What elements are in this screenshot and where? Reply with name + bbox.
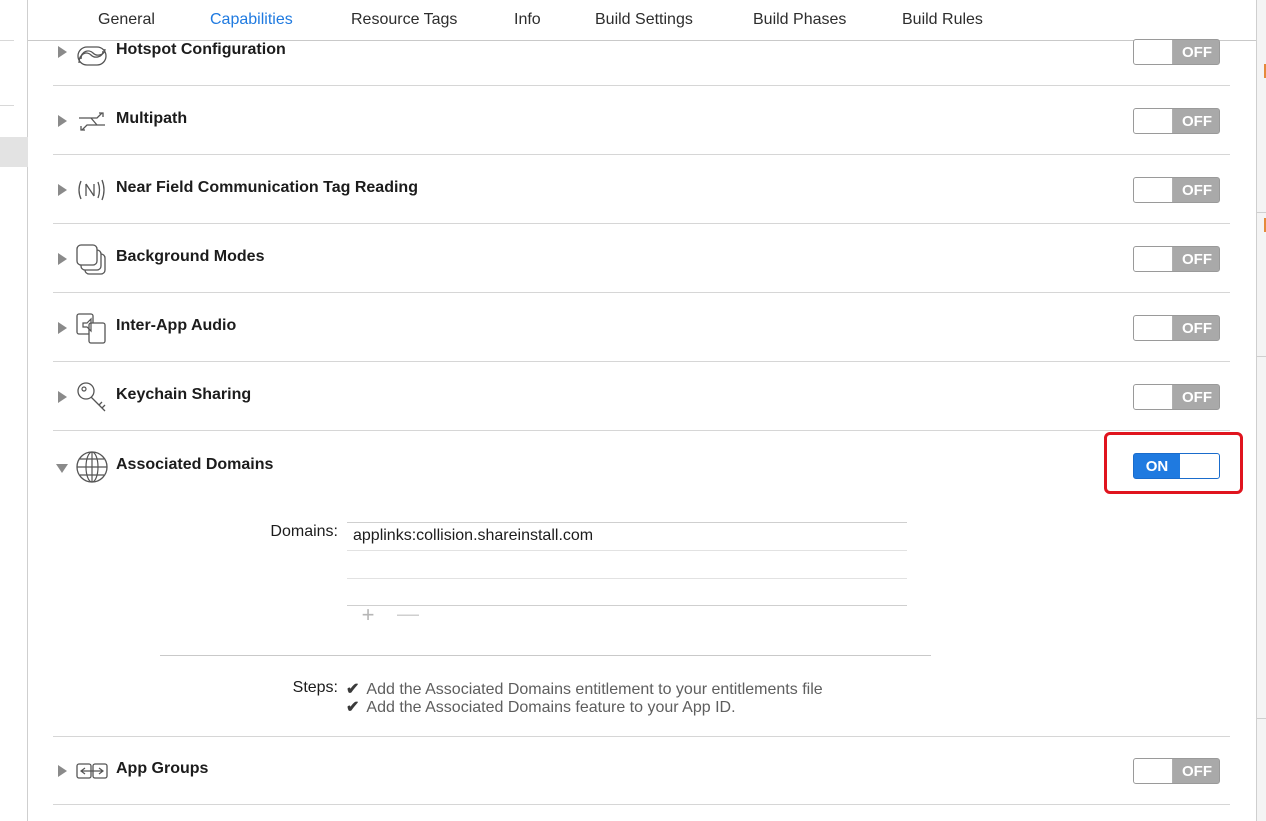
capability-switch[interactable]: OFF — [1133, 315, 1220, 341]
capability-row-associated-domains: Associated Domains ON — [53, 432, 1230, 501]
capability-row-multipath: Multipath OFF — [53, 86, 1230, 155]
switch-knob — [1134, 759, 1173, 783]
switch-state-label: OFF — [1182, 251, 1212, 268]
navigator-edge — [0, 0, 28, 821]
switch-state-label: OFF — [1182, 763, 1212, 780]
inspector-divider — [1257, 212, 1266, 213]
app-groups-icon — [76, 763, 108, 779]
capability-row-hotspot: Hotspot Configuration OFF — [53, 17, 1230, 86]
capability-title: Hotspot Configuration — [116, 41, 286, 58]
checkmark-icon: ✔ — [346, 681, 360, 698]
step-item: ✔ Add the Associated Domains entitlement … — [346, 679, 823, 699]
capability-title: Near Field Communication Tag Reading — [116, 179, 418, 196]
section-divider — [160, 655, 931, 656]
hotspot-icon — [77, 46, 107, 66]
switch-knob — [1134, 40, 1173, 64]
step-text: Add the Associated Domains feature to yo… — [366, 699, 736, 716]
capability-switch[interactable]: OFF — [1133, 246, 1220, 272]
inter-app-audio-icon — [76, 313, 106, 344]
switch-knob — [1134, 109, 1173, 133]
disclosure-triangle-icon[interactable] — [58, 184, 67, 196]
capability-switch[interactable]: OFF — [1133, 108, 1220, 134]
domain-entry[interactable] — [347, 551, 907, 579]
switch-knob — [1134, 247, 1173, 271]
capability-row-keychain-sharing: Keychain Sharing OFF — [53, 362, 1230, 431]
background-modes-icon — [76, 244, 106, 275]
capability-switch[interactable]: OFF — [1133, 177, 1220, 203]
inspector-divider — [1257, 718, 1266, 719]
domains-list[interactable]: applinks:collision.shareinstall.com — [347, 522, 907, 606]
multipath-icon — [79, 112, 105, 131]
step-item: ✔ Add the Associated Domains feature to y… — [346, 697, 736, 717]
inspector-edge — [1256, 0, 1266, 821]
highlight-annotation — [1104, 432, 1243, 494]
capability-switch[interactable]: OFF — [1133, 384, 1220, 410]
switch-state-label: OFF — [1182, 182, 1212, 199]
remove-domain-button[interactable]: — — [397, 603, 419, 625]
capability-row-background-modes: Background Modes OFF — [53, 224, 1230, 293]
capability-title: Keychain Sharing — [116, 386, 252, 403]
inspector-divider — [1257, 356, 1266, 357]
capability-title: Associated Domains — [116, 456, 274, 473]
keychain-icon — [77, 382, 106, 412]
switch-state-label: OFF — [1182, 113, 1212, 130]
disclosure-triangle-icon[interactable] — [58, 391, 67, 403]
switch-knob — [1134, 316, 1173, 340]
add-domain-button[interactable]: + — [359, 604, 377, 626]
disclosure-triangle-icon[interactable] — [58, 46, 67, 58]
capability-title: Inter-App Audio — [116, 317, 237, 334]
disclosure-triangle-icon[interactable] — [58, 765, 67, 777]
disclosure-triangle-icon[interactable] — [58, 115, 67, 127]
capability-switch[interactable]: OFF — [1133, 758, 1220, 784]
switch-knob — [1134, 385, 1173, 409]
domains-label: Domains: — [270, 523, 338, 540]
capability-title: App Groups — [116, 760, 209, 777]
switch-knob — [1134, 178, 1173, 202]
disclosure-triangle-icon[interactable] — [56, 464, 68, 473]
capability-title: Background Modes — [116, 248, 265, 265]
switch-state-label: OFF — [1182, 320, 1212, 337]
disclosure-triangle-icon[interactable] — [58, 253, 67, 265]
capability-row-app-groups: App Groups OFF — [53, 736, 1230, 805]
steps-label: Steps: — [292, 679, 338, 696]
capability-row-nfc: Near Field Communication Tag Reading OFF — [53, 155, 1230, 224]
switch-state-label: OFF — [1182, 389, 1212, 406]
switch-state-label: OFF — [1182, 44, 1212, 61]
disclosure-triangle-icon[interactable] — [58, 322, 67, 334]
domain-entry[interactable]: applinks:collision.shareinstall.com — [347, 523, 907, 551]
domain-entry[interactable] — [347, 579, 907, 607]
navigator-divider — [0, 105, 14, 106]
capability-title: Multipath — [116, 110, 188, 127]
capability-switch[interactable]: OFF — [1133, 39, 1220, 65]
step-text: Add the Associated Domains entitlement t… — [366, 681, 823, 698]
selected-target-row[interactable] — [0, 137, 28, 167]
navigator-divider — [0, 40, 14, 41]
nfc-icon — [78, 179, 105, 201]
capability-row-inter-app-audio: Inter-App Audio OFF — [53, 293, 1230, 362]
checkmark-icon: ✔ — [346, 699, 360, 716]
globe-icon — [76, 451, 108, 483]
